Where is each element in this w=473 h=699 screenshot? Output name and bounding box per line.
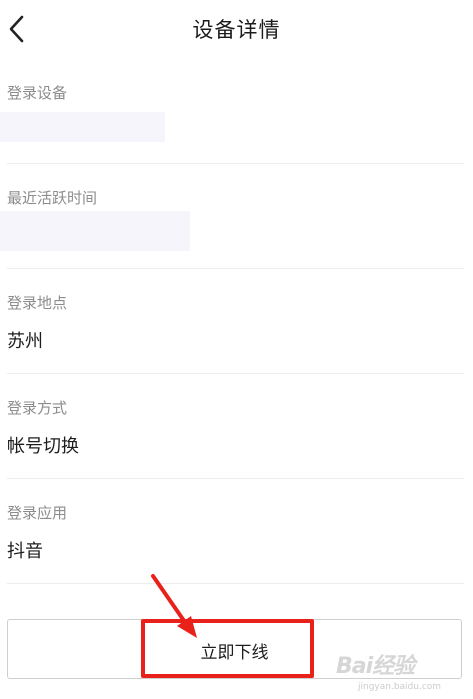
nav-header: 设备详情 <box>0 0 473 58</box>
section-login-method: 登录方式 帐号切换 <box>7 373 464 479</box>
last-active-label: 最近活跃时间 <box>7 189 98 207</box>
section-login-location: 登录地点 苏州 <box>7 268 464 374</box>
section-login-app: 登录应用 抖音 <box>7 478 464 584</box>
section-login-device: 登录设备 <box>0 58 464 164</box>
login-app-value: 抖音 <box>7 541 43 562</box>
login-app-label: 登录应用 <box>7 504 68 522</box>
login-method-value: 帐号切换 <box>7 436 79 457</box>
login-method-label: 登录方式 <box>7 399 68 417</box>
last-active-value-redacted <box>0 211 190 251</box>
login-device-label: 登录设备 <box>7 84 68 102</box>
page-title: 设备详情 <box>192 18 281 42</box>
section-last-active: 最近活跃时间 <box>0 163 464 269</box>
watermark-url: jingyan.baidu.com <box>358 682 442 692</box>
login-location-value: 苏州 <box>7 331 43 352</box>
login-device-value-redacted <box>0 112 165 142</box>
logout-now-button[interactable]: 立即下线 <box>7 619 462 679</box>
login-location-label: 登录地点 <box>7 294 68 312</box>
logout-now-label: 立即下线 <box>200 643 269 663</box>
